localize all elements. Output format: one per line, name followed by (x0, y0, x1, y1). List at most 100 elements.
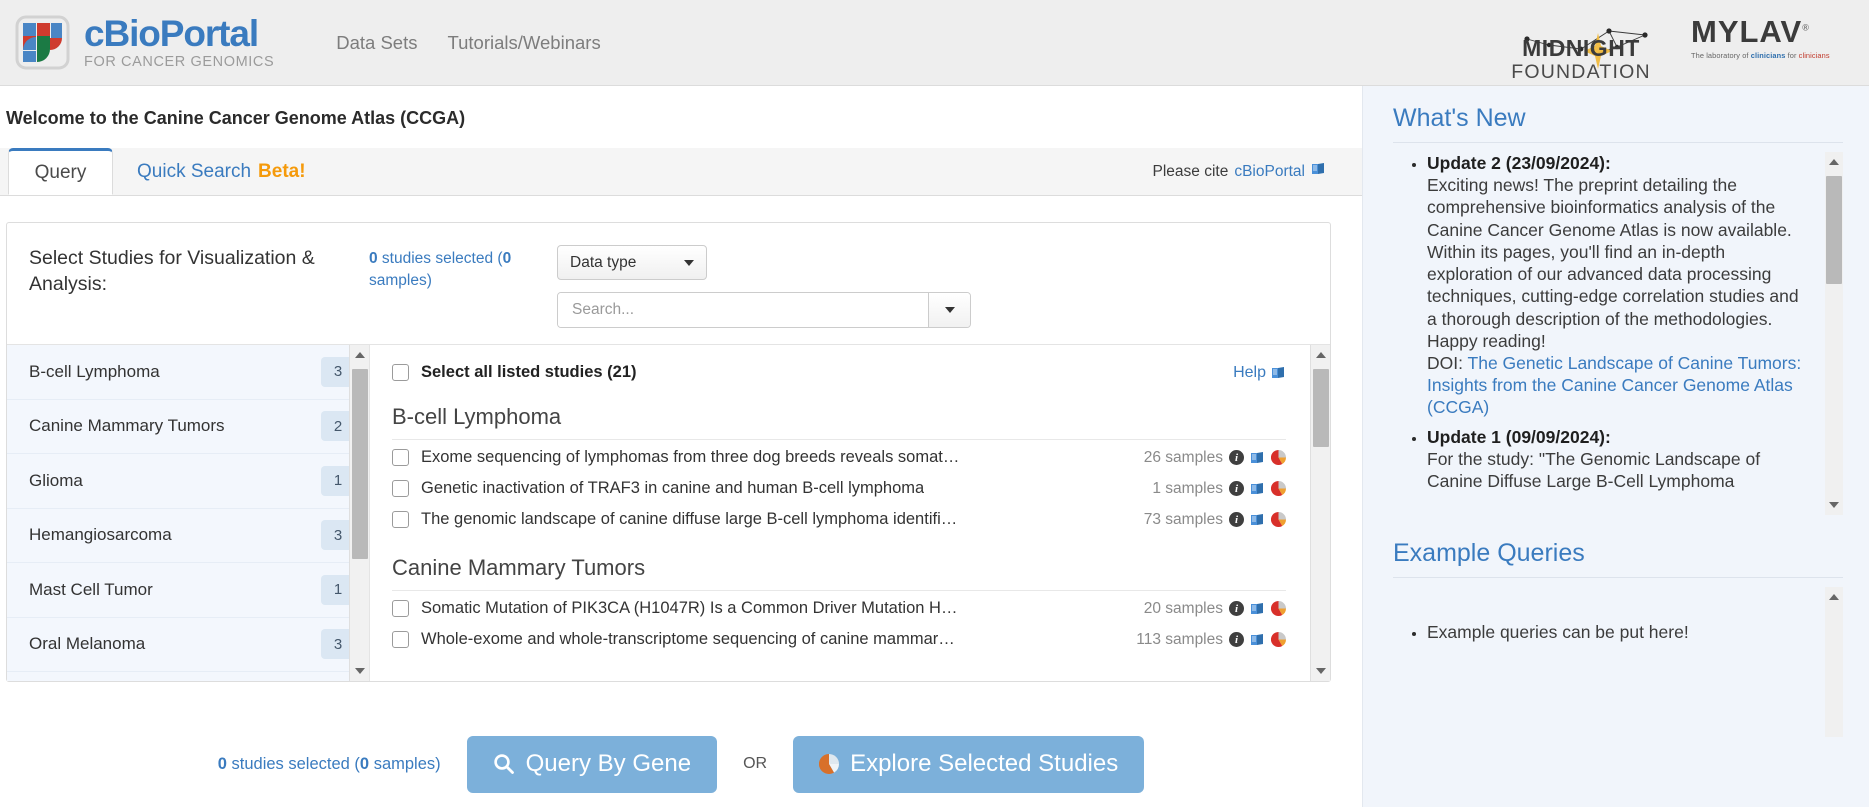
page-title: Welcome to the Canine Cancer Genome Atla… (0, 86, 1362, 129)
pie-chart-icon[interactable] (1271, 601, 1286, 616)
scrollbar-thumb[interactable] (1826, 611, 1842, 612)
chevron-down-icon (684, 260, 694, 266)
scroll-up-button[interactable] (1825, 587, 1843, 607)
study-row[interactable]: Exome sequencing of lymphomas from three… (392, 444, 1286, 471)
query-by-gene-button[interactable]: Query By Gene (467, 736, 717, 793)
search-dropdown-toggle[interactable] (928, 293, 970, 327)
scrollbar-thumb[interactable] (1313, 369, 1329, 447)
pie-chart-icon[interactable] (1271, 512, 1286, 527)
mylav-logo: MYLAV® The laboratory of clinicians for … (1691, 16, 1849, 70)
study-row[interactable]: Genetic inactivation of TRAF3 in canine … (392, 475, 1286, 502)
selected-studies-count[interactable]: 0 studies selected (0 samples) (369, 248, 539, 293)
study-checkbox[interactable] (392, 631, 409, 648)
registered-mark-icon: ® (1802, 22, 1810, 32)
or-separator: OR (743, 755, 767, 773)
scroll-up-button[interactable] (350, 345, 370, 365)
doi-prefix: DOI: (1427, 353, 1468, 373)
foundation-word: FOUNDATION (1497, 61, 1665, 84)
cancer-type-item[interactable]: Oral Melanoma 3 (7, 618, 369, 673)
book-icon[interactable] (1250, 513, 1265, 527)
whats-new-scrollbar[interactable] (1825, 152, 1843, 515)
cite-link-cbioportal[interactable]: cBioPortal (1234, 163, 1305, 181)
book-icon (1311, 162, 1326, 181)
nav-link-data-sets[interactable]: Data Sets (336, 32, 417, 54)
study-row[interactable]: Whole-exome and whole-transcriptome sequ… (392, 626, 1286, 653)
chevron-down-icon (945, 307, 955, 313)
info-icon[interactable]: i (1229, 512, 1244, 527)
data-type-dropdown[interactable]: Data type (557, 245, 707, 280)
site-header: cBioPortal FOR CANCER GENOMICS Data Sets… (0, 0, 1869, 86)
study-meta: 26 samples i (1144, 449, 1286, 467)
selector-body: B-cell Lymphoma 3 Canine Mammary Tumors … (7, 345, 1330, 681)
cancer-type-label: Glioma (29, 471, 83, 491)
cancer-type-label: Oral Melanoma (29, 634, 145, 654)
pie-chart-icon[interactable] (1271, 481, 1286, 496)
study-row[interactable]: The genomic landscape of canine diffuse … (392, 506, 1286, 533)
book-icon[interactable] (1250, 482, 1265, 496)
study-row[interactable]: Somatic Mutation of PIK3CA (H1047R) Is a… (392, 595, 1286, 622)
info-icon[interactable]: i (1229, 601, 1244, 616)
update-text: Update 2 (23/09/2024): Exciting news! Th… (1427, 152, 1807, 419)
study-meta: 20 samples i (1144, 600, 1286, 618)
study-checkbox[interactable] (392, 449, 409, 466)
scroll-down-button[interactable] (1311, 661, 1330, 681)
study-list-scrollbar[interactable] (1310, 345, 1330, 681)
triangle-up-icon (355, 352, 365, 358)
cancer-type-list: B-cell Lymphoma 3 Canine Mammary Tumors … (7, 345, 370, 681)
study-checkbox[interactable] (392, 480, 409, 497)
example-queries-scrollbar[interactable] (1825, 587, 1843, 737)
book-icon[interactable] (1250, 602, 1265, 616)
footer-selected-count[interactable]: 0 studies selected (0 samples) (218, 755, 441, 774)
whats-new-box: Update 2 (23/09/2024): Exciting news! Th… (1393, 152, 1843, 515)
scroll-down-button[interactable] (1825, 495, 1843, 515)
book-icon[interactable] (1250, 451, 1265, 465)
mylav-text: MYLAV (1691, 14, 1802, 49)
update-item: Update 2 (23/09/2024): Exciting news! Th… (1427, 152, 1807, 419)
info-icon[interactable]: i (1229, 632, 1244, 647)
scrollbar-thumb[interactable] (352, 369, 368, 559)
tab-quick-search[interactable]: Quick Search Beta! (137, 148, 306, 195)
scroll-down-button[interactable] (350, 661, 370, 681)
scroll-up-button[interactable] (1311, 345, 1330, 365)
help-link[interactable]: Help (1233, 364, 1286, 382)
update-body: For the study: "The Genomic Landscape of… (1427, 449, 1760, 491)
triangle-up-icon (1316, 352, 1326, 358)
explore-selected-studies-button[interactable]: Explore Selected Studies (793, 736, 1144, 793)
book-icon[interactable] (1250, 633, 1265, 647)
study-checkbox[interactable] (392, 600, 409, 617)
select-all-checkbox[interactable] (392, 364, 409, 381)
cancer-type-label: Hemangiosarcoma (29, 525, 172, 545)
update-item: Update 1 (09/09/2024): For the study: "T… (1427, 426, 1807, 493)
study-meta: 113 samples i (1136, 631, 1286, 649)
update-body: Exciting news! The preprint detailing th… (1427, 175, 1799, 351)
cancer-type-item[interactable]: Glioma 1 (7, 454, 369, 509)
doi-link[interactable]: The Genetic Landscape of Canine Tumors: … (1427, 353, 1801, 417)
scrollbar-thumb[interactable] (1826, 176, 1842, 284)
pie-chart-icon[interactable] (1271, 632, 1286, 647)
info-icon[interactable]: i (1229, 481, 1244, 496)
example-queries-list: Example queries can be put here! (1393, 587, 1843, 643)
cancer-type-item[interactable]: Hemangiosarcoma 3 (7, 509, 369, 564)
search-icon (493, 753, 515, 775)
search-input[interactable] (558, 293, 928, 327)
cancer-type-item[interactable]: B-cell Lymphoma 3 (7, 345, 369, 400)
action-bar: 0 studies selected (0 samples) Query By … (0, 721, 1362, 807)
page-body: Welcome to the Canine Cancer Genome Atla… (0, 86, 1869, 807)
citation-notice: Please cite cBioPortal (1153, 148, 1362, 195)
brand-logo[interactable]: cBioPortal FOR CANCER GENOMICS (14, 14, 274, 71)
beta-badge: Beta! (258, 161, 306, 183)
cbioportal-logo-icon (14, 14, 71, 71)
sample-count: 20 samples (1144, 600, 1223, 618)
cancer-type-item[interactable]: Mast Cell Tumor 1 (7, 563, 369, 618)
info-icon[interactable]: i (1229, 450, 1244, 465)
cancer-type-item[interactable]: Canine Mammary Tumors 2 (7, 400, 369, 455)
tab-query[interactable]: Query (8, 148, 113, 195)
scroll-up-button[interactable] (1825, 152, 1843, 172)
pie-chart-icon[interactable] (1271, 450, 1286, 465)
triangle-up-icon (1829, 159, 1839, 165)
cancer-type-scrollbar[interactable] (349, 345, 369, 681)
selector-header: Select Studies for Visualization & Analy… (7, 223, 1330, 345)
study-checkbox[interactable] (392, 511, 409, 528)
cancer-type-item[interactable]: Osteosarcoma 1 (7, 672, 369, 681)
nav-link-tutorials-webinars[interactable]: Tutorials/Webinars (448, 32, 601, 54)
